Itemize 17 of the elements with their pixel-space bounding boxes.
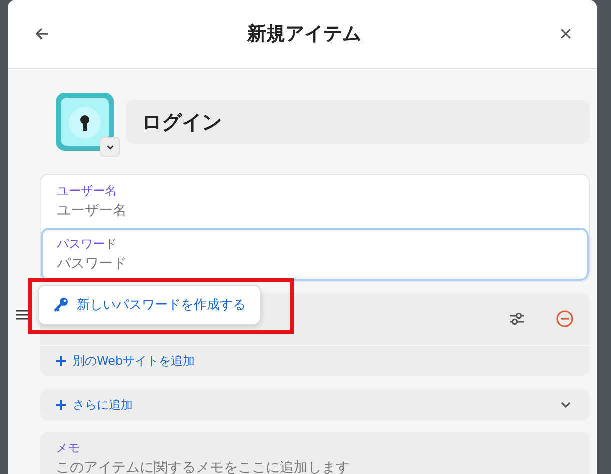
- add-website-button[interactable]: 別のWebサイトを追加: [56, 352, 196, 370]
- item-name-field[interactable]: ログイン: [126, 100, 590, 144]
- menu-icon[interactable]: [16, 309, 28, 321]
- add-more-button[interactable]: さらに追加: [56, 396, 133, 414]
- caret-icon[interactable]: [100, 137, 120, 157]
- plus-icon: [56, 356, 66, 366]
- sliders-icon[interactable]: [508, 310, 526, 328]
- close-icon[interactable]: [559, 27, 573, 41]
- remove-icon[interactable]: [556, 310, 574, 328]
- back-arrow-icon[interactable]: [34, 26, 50, 42]
- generate-password-button[interactable]: 新しいパスワードを作成する: [38, 285, 261, 325]
- input-field[interactable]: ユーザー名 ユーザー名: [41, 175, 589, 228]
- keyhole-icon[interactable]: [56, 93, 114, 151]
- dialog-title: 新規アイテム: [248, 22, 362, 47]
- input-field[interactable]: パスワード パスワード: [41, 228, 589, 281]
- key-icon: [53, 297, 69, 313]
- plus-icon: [56, 400, 66, 410]
